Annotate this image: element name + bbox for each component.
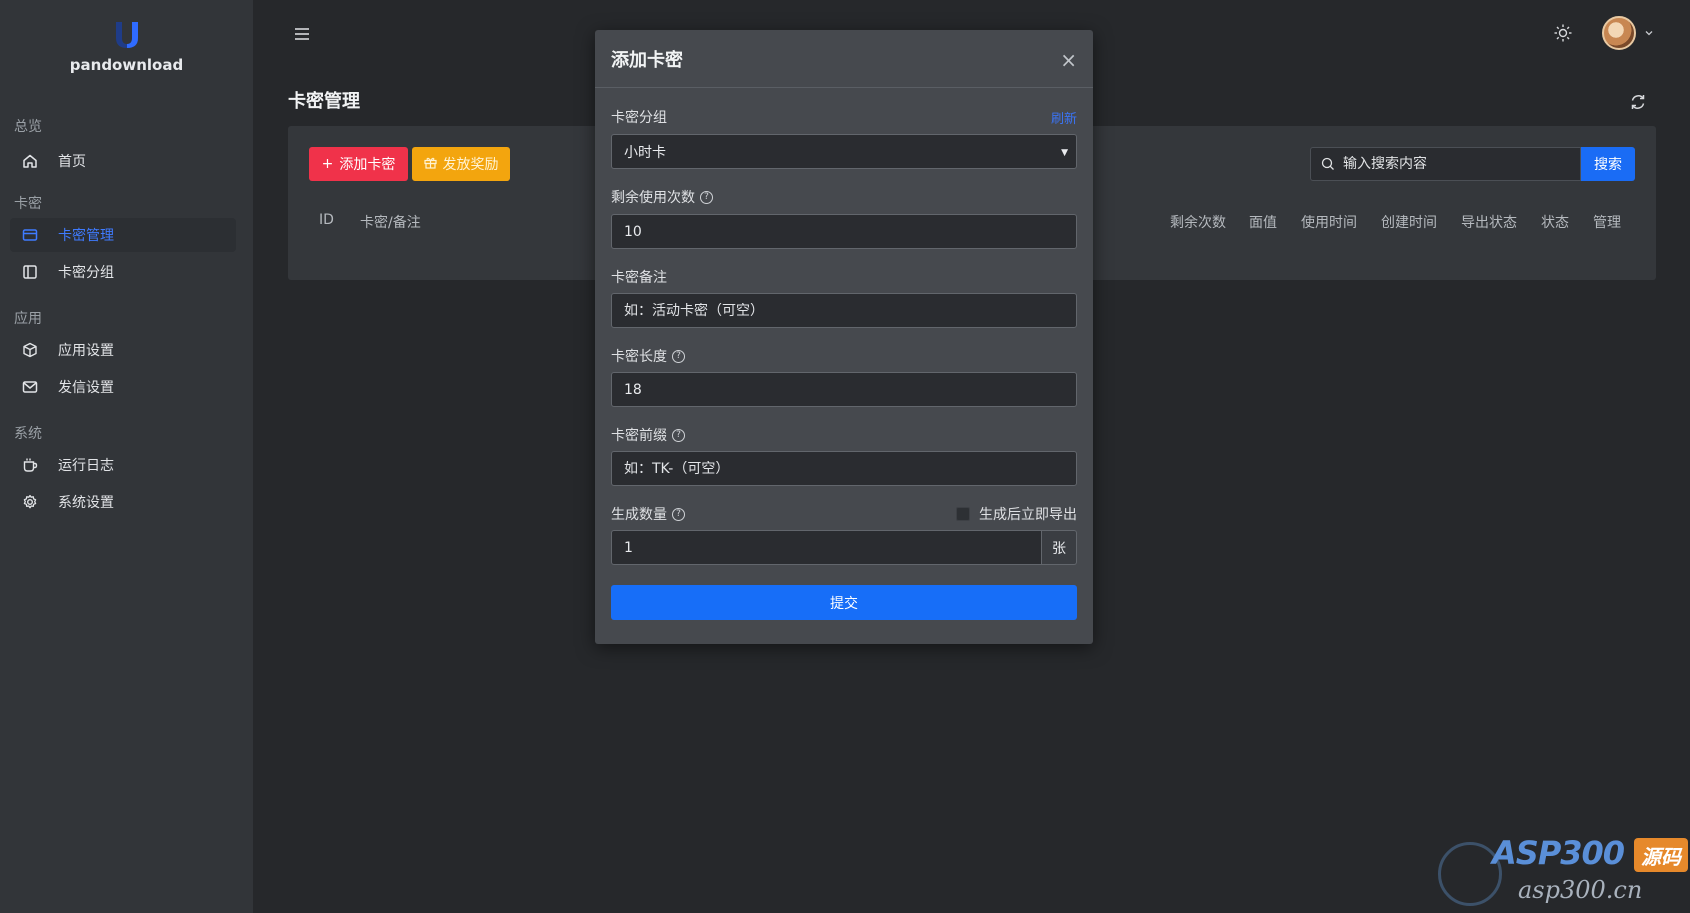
gear-icon <box>22 494 38 510</box>
sidebar-item-label: 应用设置 <box>58 343 114 359</box>
count-label-text: 生成数量 <box>611 507 667 523</box>
chevron-down-icon[interactable] <box>1643 27 1655 39</box>
count-field[interactable] <box>611 530 1042 565</box>
watermark-badge: 源码 <box>1634 838 1688 872</box>
length-label-text: 卡密长度 <box>611 349 667 365</box>
column-header-card-note: 卡密/备注 <box>360 215 421 231</box>
brand-logo-icon <box>115 22 138 48</box>
sidebar-item-label: 卡密管理 <box>58 228 114 244</box>
caret-down-icon: ▼ <box>1061 148 1068 158</box>
section-title-cards: 卡密 <box>14 196 42 212</box>
sidebar-item-system-settings[interactable]: 系统设置 <box>10 485 236 519</box>
box-icon <box>22 342 38 358</box>
menu-toggle-icon[interactable] <box>292 24 312 44</box>
home-icon <box>22 153 38 169</box>
section-title-overview: 总览 <box>14 119 42 135</box>
help-icon[interactable]: ? <box>700 190 713 204</box>
export-now-option[interactable]: 生成后立即导出 <box>956 504 1077 524</box>
sidebar-item-card-groups[interactable]: 卡密分组 <box>10 255 236 289</box>
group-select-value: 小时卡 <box>624 144 666 161</box>
search-button[interactable]: 搜索 <box>1581 147 1635 181</box>
brand[interactable]: pandownload <box>0 20 253 74</box>
group-refresh-link[interactable]: 刷新 <box>1051 108 1077 127</box>
column-header-created-time: 创建时间 <box>1381 215 1437 231</box>
group-label: 卡密分组 <box>611 110 667 126</box>
sidebar-item-label: 首页 <box>58 154 86 170</box>
gift-icon <box>423 156 437 173</box>
group-select[interactable]: 小时卡 ▼ <box>611 134 1077 169</box>
sidebar-item-run-log[interactable]: 运行日志 <box>10 448 236 482</box>
add-card-button[interactable]: + 添加卡密 <box>309 147 408 181</box>
search-icon <box>1321 157 1334 170</box>
export-now-checkbox[interactable] <box>956 507 970 521</box>
column-header-status: 状态 <box>1541 215 1569 231</box>
mail-icon <box>22 379 38 395</box>
page-title: 卡密管理 <box>288 91 360 112</box>
section-title-apps: 应用 <box>14 311 42 327</box>
column-header-use-time: 使用时间 <box>1301 215 1357 231</box>
note-field[interactable] <box>611 293 1077 328</box>
count-input[interactable] <box>624 539 1029 556</box>
issue-reward-button[interactable]: 发放奖励 <box>412 147 510 181</box>
watermark-bottom-text: asp300.cn <box>1518 876 1643 904</box>
count-label: 生成数量 ? <box>611 504 685 524</box>
search-input[interactable] <box>1343 156 1563 172</box>
group-icon <box>22 264 38 280</box>
issue-reward-label: 发放奖励 <box>442 157 499 173</box>
uses-input[interactable] <box>624 223 1064 240</box>
search-field[interactable] <box>1310 147 1581 181</box>
section-title-system: 系统 <box>14 426 42 442</box>
card-icon <box>22 227 38 243</box>
uses-label-text: 剩余使用次数 <box>611 190 695 206</box>
dialog-title: 添加卡密 <box>611 49 683 71</box>
column-header-remaining: 剩余次数 <box>1170 215 1226 231</box>
close-icon[interactable]: × <box>1060 48 1077 72</box>
column-header-face-value: 面值 <box>1249 215 1277 231</box>
sun-icon[interactable] <box>1553 23 1573 43</box>
watermark-top-text: ASP300 <box>1492 834 1625 872</box>
column-header-export-status: 导出状态 <box>1461 215 1517 231</box>
avatar[interactable] <box>1602 16 1636 50</box>
column-header-manage: 管理 <box>1593 215 1621 231</box>
sidebar-item-mail-settings[interactable]: 发信设置 <box>10 370 236 404</box>
prefix-input[interactable] <box>624 460 1064 477</box>
help-icon[interactable]: ? <box>672 507 685 521</box>
sidebar-item-label: 运行日志 <box>58 458 114 474</box>
brand-name: pandownload <box>69 56 184 74</box>
length-field[interactable] <box>611 372 1077 407</box>
sidebar-item-home[interactable]: 首页 <box>10 144 236 178</box>
sidebar: pandownload 总览 首页 卡密 卡密管理 卡密分组 应用 应用设置 发… <box>0 0 253 913</box>
submit-button[interactable]: 提交 <box>611 585 1077 620</box>
help-icon[interactable]: ? <box>672 349 685 363</box>
sidebar-item-label: 卡密分组 <box>58 265 114 281</box>
plus-icon: + <box>321 156 334 172</box>
add-card-dialog: 添加卡密 × 卡密分组 刷新 小时卡 ▼ 剩余使用次数 ? 卡密备注 卡密长度 … <box>595 30 1093 644</box>
column-header-id: ID <box>319 212 334 228</box>
sidebar-item-label: 系统设置 <box>58 495 114 511</box>
watermark-logo: ASP300 源码 asp300.cn <box>1438 830 1690 910</box>
help-icon[interactable]: ? <box>672 428 685 442</box>
length-input[interactable] <box>624 381 1064 398</box>
prefix-label-text: 卡密前缀 <box>611 428 667 444</box>
length-label: 卡密长度 ? <box>611 346 685 366</box>
count-unit: 张 <box>1042 530 1077 565</box>
note-label: 卡密备注 <box>611 270 667 286</box>
add-card-label: 添加卡密 <box>339 157 396 173</box>
sidebar-item-label: 发信设置 <box>58 380 114 396</box>
dialog-header: 添加卡密 × <box>595 30 1093 88</box>
export-now-label: 生成后立即导出 <box>979 507 1077 523</box>
note-input[interactable] <box>624 302 1064 319</box>
log-icon <box>22 457 38 473</box>
uses-field[interactable] <box>611 214 1077 249</box>
refresh-icon[interactable] <box>1629 93 1647 111</box>
sidebar-item-app-settings[interactable]: 应用设置 <box>10 333 236 367</box>
sidebar-item-card-management[interactable]: 卡密管理 <box>10 218 236 252</box>
prefix-label: 卡密前缀 ? <box>611 425 685 445</box>
uses-label: 剩余使用次数 ? <box>611 187 713 207</box>
prefix-field[interactable] <box>611 451 1077 486</box>
